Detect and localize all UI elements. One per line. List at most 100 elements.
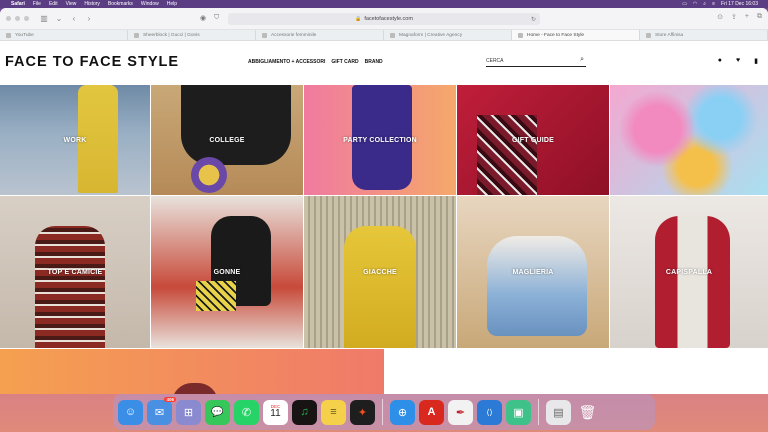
model-photo <box>344 226 416 348</box>
spotify-icon[interactable]: ♫ <box>292 399 317 425</box>
whatsapp-icon[interactable]: ✆ <box>234 399 259 425</box>
download-icon[interactable]: ⊙ <box>717 13 723 21</box>
menu-bookmarks[interactable]: Bookmarks <box>108 1 133 7</box>
model-photo <box>655 216 730 348</box>
category-label: MAGLIERIA <box>512 268 554 276</box>
favicon-icon <box>518 32 523 38</box>
category-label: WORK <box>63 136 87 144</box>
skirt-photo <box>196 281 236 311</box>
menu-help[interactable]: Help <box>167 1 177 7</box>
search-input[interactable]: CERCA ⌕ <box>486 55 586 67</box>
messages-icon[interactable]: 💬 <box>205 399 230 425</box>
category-label: COLLEGE <box>209 136 245 144</box>
back-icon[interactable]: ‹ <box>69 14 79 24</box>
model-photo <box>487 236 587 336</box>
wishlist-heart-icon[interactable]: ♥ <box>736 57 740 65</box>
category-label: CAPISPALLA <box>665 268 713 276</box>
category-tile-banner[interactable] <box>610 85 768 195</box>
acrobat-icon[interactable]: A <box>419 399 444 425</box>
favicon-icon <box>6 32 11 38</box>
tab-sheerblock[interactable]: Sheerblock | Gucci | Gonis <box>128 30 256 40</box>
category-label: TOP E CAMICIE <box>47 268 103 276</box>
new-tab-icon[interactable]: + <box>745 13 749 21</box>
category-tile-capispalla[interactable]: CAPISPALLA <box>610 196 768 348</box>
category-label: GIACCHE <box>363 268 397 276</box>
launchpad-icon[interactable]: ⊞ <box>176 399 201 425</box>
mail-icon[interactable]: ✉ 406 <box>147 396 176 425</box>
vscode-icon[interactable]: ⟨⟩ <box>477 399 502 425</box>
window-controls <box>6 16 29 21</box>
search-icon[interactable]: ⌕ <box>703 1 706 7</box>
favicon-icon <box>646 32 651 38</box>
address-bar[interactable]: 🔒 facetofacestyle.com ↻ <box>228 13 540 25</box>
category-tile-giacche[interactable]: GIACCHE <box>304 196 456 348</box>
model-photo <box>181 85 291 165</box>
mail-unread-badge: 406 <box>164 396 176 402</box>
privacy-report-icon[interactable]: ◉ <box>200 14 206 22</box>
calendar-icon[interactable]: DEC 11 <box>263 399 288 425</box>
category-tile-work[interactable]: WORK <box>0 85 150 195</box>
menubar-clock[interactable]: Fri 17 Dec 16:03 <box>721 1 758 7</box>
site-logo[interactable]: FACE TO FACE STYLE <box>5 54 179 70</box>
nav-gift-card[interactable]: GIFT CARD <box>331 59 358 65</box>
category-tile-top-e-camicie[interactable]: TOP E CAMICIE <box>0 196 150 348</box>
tab-grid-icon[interactable]: ⧉ <box>757 13 762 21</box>
dock-separator <box>538 399 539 425</box>
category-tile-college[interactable]: COLLEGE <box>151 85 303 195</box>
category-tile-maglieria[interactable]: MAGLIERIA <box>457 196 609 348</box>
tab-magnaform[interactable]: Magnaform | Creative Agency <box>384 30 512 40</box>
search-icon[interactable]: ⌕ <box>580 56 584 64</box>
tab-overview-icon[interactable]: ⌄ <box>54 14 64 24</box>
zoom-window-button[interactable] <box>24 16 29 21</box>
tab-store[interactable]: Store Affinisa <box>640 30 768 40</box>
menu-history[interactable]: History <box>84 1 100 7</box>
close-window-button[interactable] <box>6 16 11 21</box>
favicon-icon <box>390 32 395 38</box>
search-placeholder: CERCA <box>486 57 504 64</box>
stats-icon[interactable]: ▣ <box>506 399 531 425</box>
menu-safari[interactable]: Safari <box>11 1 25 7</box>
dock-separator <box>382 399 383 425</box>
wifi-icon[interactable]: ◠ <box>693 1 697 7</box>
menu-edit[interactable]: Edit <box>49 1 58 7</box>
nav-abbigliamento[interactable]: ABBIGLIAMENTO + ACCESSORI <box>248 59 325 65</box>
cart-bag-icon[interactable]: ▮ <box>754 57 758 65</box>
menu-view[interactable]: View <box>66 1 77 7</box>
safari-icon[interactable]: ⊕ <box>390 399 415 425</box>
account-icon[interactable]: ● <box>718 57 722 65</box>
battery-icon[interactable]: ▭ <box>682 1 687 7</box>
forward-icon[interactable]: › <box>84 14 94 24</box>
trash-icon[interactable]: 🗑 <box>575 400 600 425</box>
control-center-icon[interactable]: ≡ <box>712 1 715 7</box>
reload-icon[interactable]: ↻ <box>531 16 536 23</box>
category-tile-gift-guide[interactable]: GIFT GUIDE <box>457 85 609 195</box>
category-grid: WORK COLLEGE PARTY COLLECTION GIFT GUIDE… <box>0 85 768 394</box>
jacket-photo <box>477 115 537 195</box>
tab-accessorie[interactable]: Accessorie femminile <box>256 30 384 40</box>
finder-icon[interactable]: ☺ <box>118 399 143 425</box>
tab-youtube[interactable]: YouTube <box>0 30 128 40</box>
category-label: GONNE <box>213 268 241 276</box>
notes-icon[interactable]: ≡ <box>321 399 346 425</box>
category-tile-gonne[interactable]: GONNE <box>151 196 303 348</box>
tab-bar: YouTube Sheerblock | Gucci | Gonis Acces… <box>0 30 768 41</box>
category-tile-party-collection[interactable]: PARTY COLLECTION <box>304 85 456 195</box>
main-nav: ABBIGLIAMENTO + ACCESSORI GIFT CARD BRAN… <box>248 59 383 65</box>
sidebar-toggle-icon[interactable]: ▥ <box>39 14 49 24</box>
scrivener-icon[interactable]: ✒ <box>448 399 473 425</box>
tab-home-face-to-face[interactable]: Home - Face to Face Style <box>512 30 640 40</box>
macos-dock: ☺ ✉ 406 ⊞ 💬 ✆ DEC 11 ♫ ≡ ✦ ⊕ A ✒ ⟨⟩ ▣ ▤ 🗑 <box>113 394 655 430</box>
menu-window[interactable]: Window <box>141 1 159 7</box>
figma-icon[interactable]: ✦ <box>350 399 375 425</box>
favicon-icon <box>134 32 139 38</box>
preview-icon[interactable]: ▤ <box>546 399 571 425</box>
shield-icon[interactable]: ⛉ <box>214 14 219 22</box>
minimize-window-button[interactable] <box>15 16 20 21</box>
promo-banner[interactable] <box>0 349 384 394</box>
calendar-day: 11 <box>270 408 281 420</box>
share-icon[interactable]: ⇪ <box>731 13 737 21</box>
menu-file[interactable]: File <box>33 1 41 7</box>
nav-brand[interactable]: BRAND <box>365 59 383 65</box>
category-label: PARTY COLLECTION <box>343 136 417 144</box>
macos-menubar: Safari File Edit View History Bookmarks … <box>0 0 768 8</box>
